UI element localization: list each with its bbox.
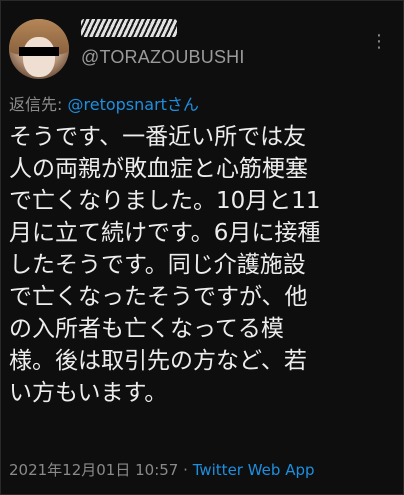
avatar-face — [23, 37, 55, 77]
tweet-meta: 2021年12月01日 10:57 · Twitter Web App — [9, 459, 315, 480]
censor-bar — [19, 47, 59, 56]
avatar[interactable] — [9, 19, 69, 79]
tweet-text: そうです、一番近い所では友 人の両親が敗血症と心筋梗塞 で亡くなりました。10月… — [9, 121, 401, 409]
tweet-card: @TORAZOUBUSHI ⋮ 返信先: @retopsnartさん そうです、… — [0, 0, 404, 495]
source-app-link[interactable]: Twitter Web App — [193, 461, 315, 479]
tweet-text-line: で亡くなったそうですが、他 — [9, 284, 308, 310]
tweet-text-line: 人の両親が敗血症と心筋梗塞 — [9, 156, 308, 182]
more-icon[interactable]: ⋮ — [370, 31, 389, 52]
tweet-text-line: い方もいます。 — [9, 380, 168, 406]
tweet-text-line: したそうです。同じ介護施設 — [9, 252, 306, 278]
user-handle[interactable]: @TORAZOUBUSHI — [81, 47, 245, 68]
redaction-scribble — [81, 19, 177, 37]
display-name-redacted[interactable] — [81, 17, 177, 39]
reply-mention-link[interactable]: @retopsnartさん — [68, 95, 199, 114]
meta-separator: · — [183, 461, 188, 479]
tweet-text-line: 様。後は取引先の方など、若 — [9, 348, 307, 374]
tweet-text-line: の入所者も亡くなってる模 — [9, 316, 284, 342]
tweet-text-line: そうです、一番近い所では友 — [9, 124, 307, 150]
timestamp[interactable]: 2021年12月01日 10:57 — [9, 461, 178, 479]
tweet-text-line: で亡くなりました。10月と11 — [9, 188, 321, 214]
tweet-text-line: 月に立て続けです。6月に接種 — [9, 220, 321, 246]
reply-prefix: 返信先: — [9, 95, 63, 114]
reply-context: 返信先: @retopsnartさん — [9, 91, 199, 115]
